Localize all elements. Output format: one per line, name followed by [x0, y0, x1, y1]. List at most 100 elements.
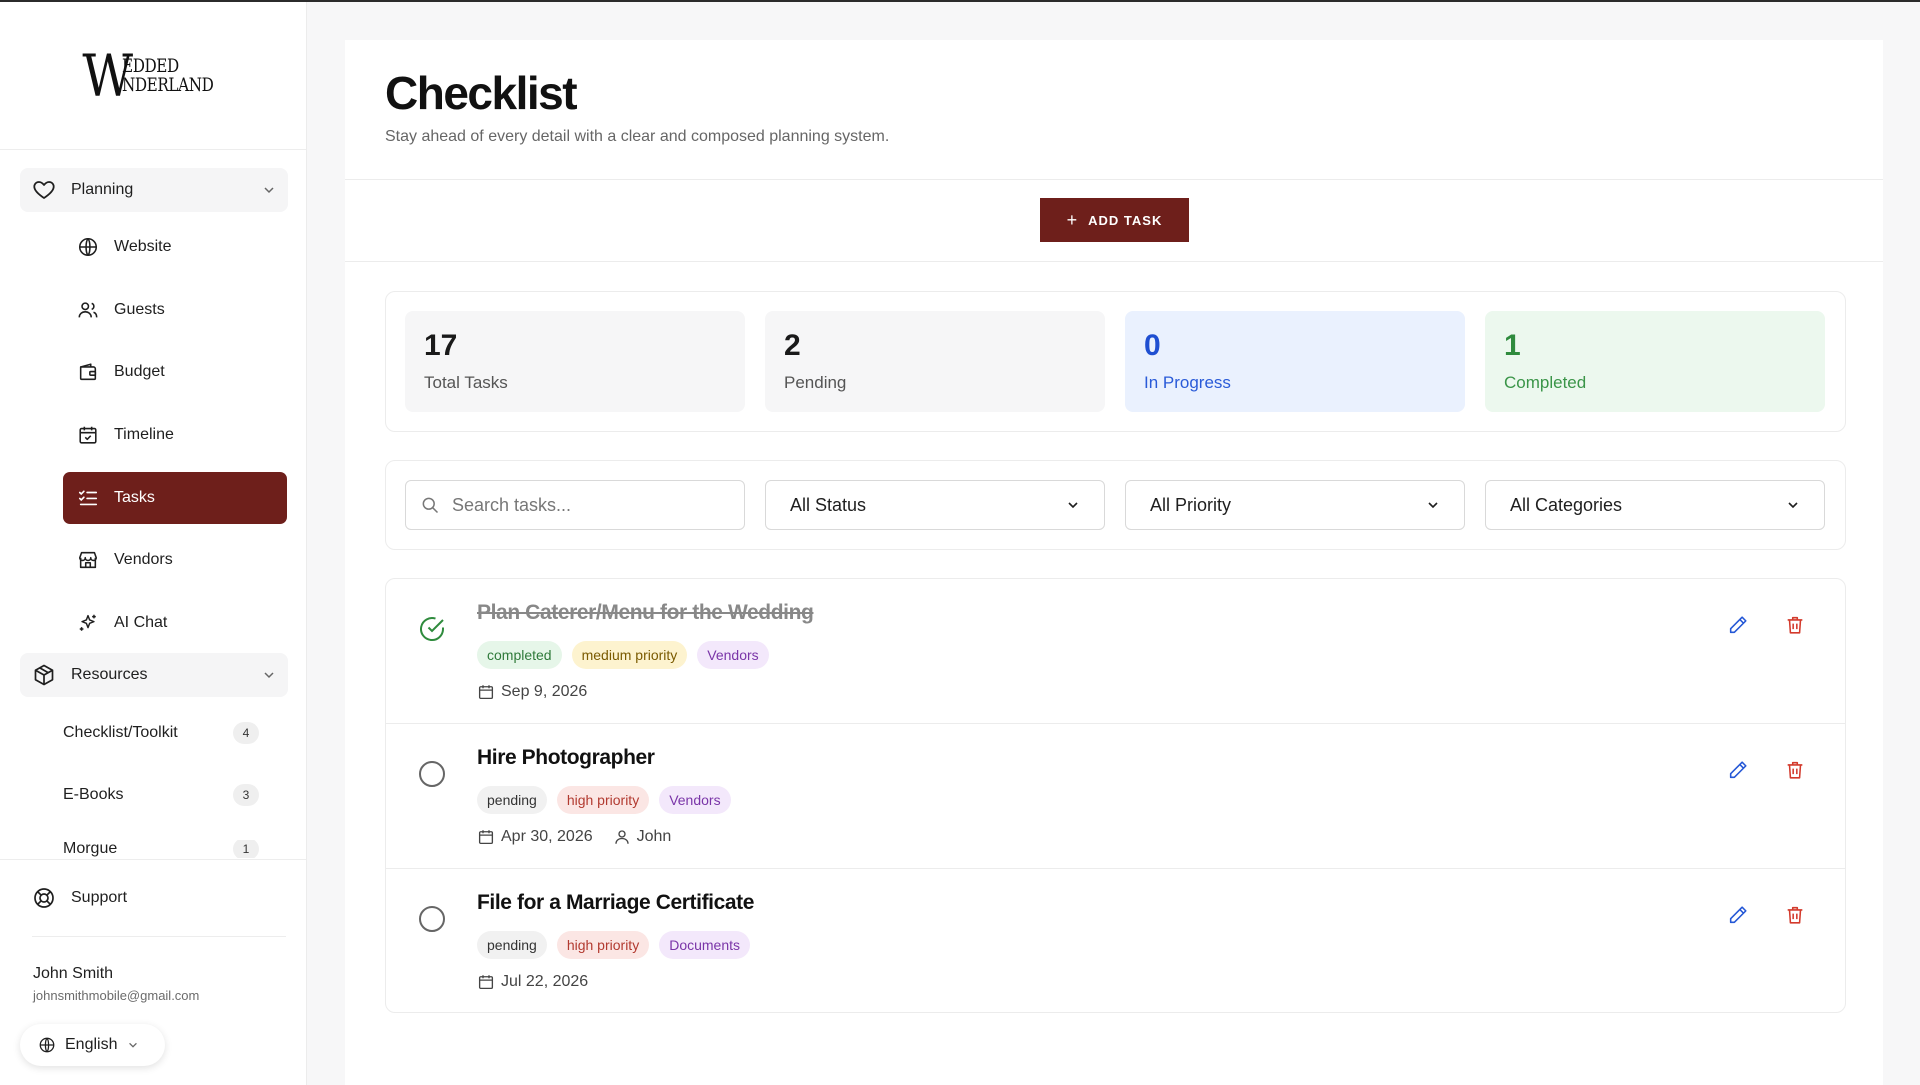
sidebar-item-guests[interactable]: Guests [63, 284, 287, 336]
divider [0, 149, 306, 150]
search-input[interactable] [452, 494, 730, 516]
stats-card: 17 Total Tasks 2 Pending 0 In Progress 1… [385, 291, 1846, 432]
nav-group-resources[interactable]: Resources [20, 653, 288, 697]
task-list: Plan Caterer/Menu for the Wedding comple… [385, 578, 1846, 1013]
divider [345, 179, 1883, 180]
count-badge: 1 [233, 840, 259, 858]
page-title: Checklist [385, 67, 578, 119]
language-selector[interactable]: English [20, 1024, 165, 1066]
priority-badge: high priority [556, 786, 650, 814]
support-link[interactable]: Support [32, 886, 127, 910]
store-icon [77, 549, 99, 571]
user-name: John Smith [33, 965, 114, 982]
list-check-icon [77, 487, 99, 509]
lifebuoy-icon [32, 886, 56, 910]
resource-item-checklist-toolkit[interactable]: Checklist/Toolkit 4 [63, 713, 273, 753]
completed-check-icon[interactable] [418, 615, 446, 643]
chevron-down-icon [262, 183, 276, 197]
priority-badge: medium priority [571, 641, 688, 669]
edit-icon[interactable] [1727, 614, 1749, 636]
category-badge: Vendors [697, 641, 769, 669]
support-label: Support [71, 889, 128, 906]
trash-icon[interactable] [1784, 904, 1806, 926]
stat-value: 0 [1144, 329, 1161, 362]
select-value: All Categories [1510, 494, 1623, 515]
resource-item-e-books[interactable]: E-Books 3 [63, 775, 273, 815]
sidebar-item-vendors[interactable]: Vendors [63, 534, 287, 586]
stat-completed[interactable]: 1 Completed [1485, 311, 1825, 412]
sidebar-item-label: Tasks [114, 489, 155, 506]
users-icon [77, 299, 99, 321]
sidebar-item-label: Vendors [114, 551, 173, 568]
divider [345, 261, 1883, 262]
category-badge: Documents [659, 931, 751, 959]
sidebar-item-website[interactable]: Website [63, 221, 287, 273]
task-assignee: John [636, 828, 672, 845]
search-box[interactable] [405, 480, 745, 530]
task-due-date: Sep 9, 2026 [501, 683, 588, 700]
status-badge: pending [477, 931, 547, 959]
stat-total-tasks[interactable]: 17 Total Tasks [405, 311, 745, 412]
sidebar-item-label: Budget [114, 363, 165, 380]
chevron-down-icon [262, 668, 276, 682]
user-icon [613, 828, 631, 846]
nav-group-planning[interactable]: Planning [20, 168, 288, 212]
category-filter-select[interactable]: All Categories [1485, 480, 1825, 530]
chevron-down-icon [1066, 498, 1080, 512]
add-task-button[interactable]: + ADD TASK [1040, 198, 1189, 242]
sidebar-item-label: Timeline [114, 426, 174, 443]
task-row[interactable]: File for a Marriage Certificate pending … [386, 869, 1845, 1012]
task-row[interactable]: Hire Photographer pending high priority … [386, 724, 1845, 869]
sidebar-item-timeline[interactable]: Timeline [63, 409, 287, 461]
resource-item-morgue[interactable]: Morgue 1 [63, 840, 273, 858]
stat-label: Completed [1504, 373, 1587, 392]
task-row[interactable]: Plan Caterer/Menu for the Wedding comple… [386, 579, 1845, 724]
edit-icon[interactable] [1727, 759, 1749, 781]
divider [0, 859, 306, 860]
brand-logo[interactable]: W EDDED NDERLAND [78, 46, 238, 106]
sparkles-icon [77, 612, 99, 634]
globe-icon [38, 1036, 56, 1054]
sidebar-item-ai-chat[interactable]: AI Chat [63, 597, 287, 649]
stat-value: 2 [784, 329, 801, 362]
sidebar-item-label: Guests [114, 301, 165, 318]
nav-group-label: Resources [71, 666, 148, 683]
filters-card: All Status All Priority All Categories [385, 460, 1846, 550]
task-title: File for a Marriage Certificate [477, 891, 755, 914]
search-icon [420, 495, 440, 515]
sidebar-item-tasks[interactable]: Tasks [63, 472, 287, 524]
edit-icon[interactable] [1727, 904, 1749, 926]
chevron-down-icon [1426, 498, 1440, 512]
wallet-icon [77, 361, 99, 383]
task-title: Hire Photographer [477, 746, 655, 769]
sidebar-item-budget[interactable]: Budget [63, 346, 287, 398]
calendar-icon [477, 973, 495, 991]
package-icon [32, 663, 56, 687]
stat-label: In Progress [1144, 373, 1231, 392]
empty-circle-icon[interactable] [418, 760, 446, 788]
stat-in-progress[interactable]: 0 In Progress [1125, 311, 1465, 412]
status-badge: completed [477, 641, 562, 669]
trash-icon[interactable] [1784, 614, 1806, 636]
resource-item-label: Checklist/Toolkit [63, 724, 178, 741]
task-due-date: Apr 30, 2026 [501, 828, 593, 845]
priority-filter-select[interactable]: All Priority [1125, 480, 1465, 530]
stat-pending[interactable]: 2 Pending [765, 311, 1105, 412]
globe-icon [77, 236, 99, 258]
nav-group-label: Planning [71, 181, 134, 198]
status-filter-select[interactable]: All Status [765, 480, 1105, 530]
main-panel: Checklist Stay ahead of every detail wit… [345, 40, 1883, 1085]
task-due-date: Jul 22, 2026 [501, 973, 589, 990]
count-badge: 3 [233, 784, 259, 806]
heart-icon [32, 178, 56, 202]
trash-icon[interactable] [1784, 759, 1806, 781]
plus-icon: + [1066, 209, 1079, 230]
resource-item-label: E-Books [63, 786, 124, 803]
stat-label: Total Tasks [424, 373, 508, 392]
stat-label: Pending [784, 373, 847, 392]
empty-circle-icon[interactable] [418, 905, 446, 933]
calendar-icon [477, 683, 495, 701]
select-value: All Status [790, 494, 867, 515]
select-value: All Priority [1150, 494, 1232, 515]
resource-item-label: Morgue [63, 840, 118, 857]
